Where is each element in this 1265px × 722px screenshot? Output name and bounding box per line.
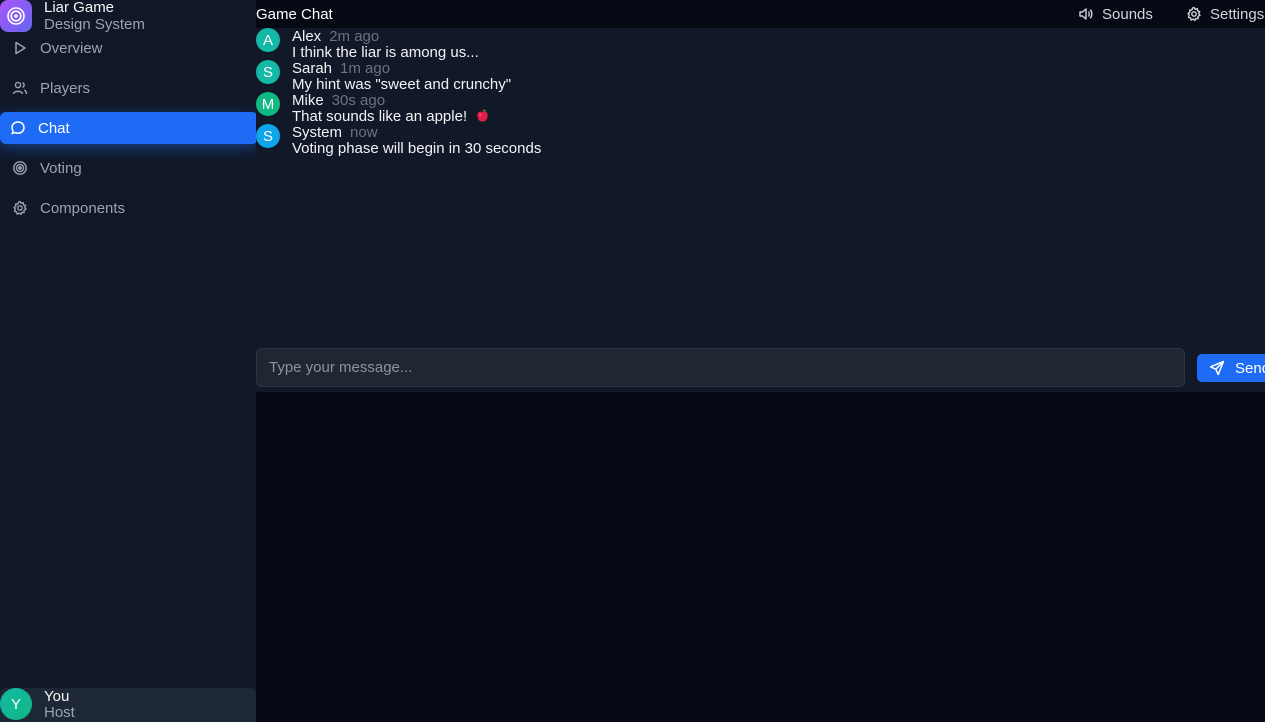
sidebar-item-players[interactable]: Players xyxy=(0,72,258,104)
gear-icon xyxy=(1186,6,1202,22)
chat-message: S Sarah 1m ago My hint was "sweet and cru… xyxy=(256,60,1265,93)
sidebar-item-label: Chat xyxy=(38,119,70,137)
target-icon xyxy=(12,160,28,176)
current-user[interactable]: Y You Host xyxy=(0,688,256,722)
topbar: Game Chat Sounds Settings xyxy=(256,0,1265,28)
avatar: M xyxy=(256,92,280,116)
sidebar-item-label: Overview xyxy=(40,39,103,57)
sidebar: Liar Game Design System Overview Players xyxy=(0,0,258,722)
sounds-label: Sounds xyxy=(1102,5,1153,23)
avatar: A xyxy=(256,28,280,52)
message-author: System xyxy=(292,124,343,141)
users-icon xyxy=(12,80,28,96)
message-author: Sarah xyxy=(292,60,333,77)
message-time: 1m ago xyxy=(340,60,391,77)
sidebar-item-label: Players xyxy=(40,79,91,97)
message-author: Alex xyxy=(292,28,322,45)
sidebar-item-chat[interactable]: Chat xyxy=(0,112,258,144)
avatar: Y xyxy=(0,688,32,720)
main-empty-area xyxy=(256,392,1265,722)
sidebar-nav: Overview Players Chat Voting Components xyxy=(0,32,258,232)
brand-title: Liar Game xyxy=(44,0,115,16)
sidebar-item-components[interactable]: Components xyxy=(0,192,258,224)
message-time: 2m ago xyxy=(329,28,380,45)
settings-label: Settings xyxy=(1210,5,1265,23)
settings-button[interactable]: Settings xyxy=(1186,4,1264,24)
sidebar-item-overview[interactable]: Overview xyxy=(0,32,258,64)
message-text: I think the liar is among us... xyxy=(292,44,479,61)
message-header: Sarah 1m ago xyxy=(292,60,390,77)
send-button[interactable]: Send xyxy=(1197,354,1265,382)
message-circle-icon xyxy=(10,120,26,136)
message-body: That sounds like an apple! xyxy=(292,108,490,125)
send-label: Send xyxy=(1235,359,1265,377)
user-name: You xyxy=(44,688,70,705)
chat-message: A Alex 2m ago I think the liar is among u… xyxy=(256,28,1265,61)
message-text: My hint was "sweet and crunchy" xyxy=(292,76,512,93)
message-header: Mike 30s ago xyxy=(292,92,385,109)
target-icon xyxy=(0,0,32,32)
message-text: Voting phase will begin in 30 seconds xyxy=(292,140,542,157)
chat-messages[interactable]: A Alex 2m ago I think the liar is among u… xyxy=(256,28,1265,336)
volume-icon xyxy=(1078,6,1094,22)
send-icon xyxy=(1209,360,1225,376)
sidebar-item-voting[interactable]: Voting xyxy=(0,152,258,184)
page-title: Game Chat xyxy=(256,6,333,23)
message-header: Alex 2m ago xyxy=(292,28,379,45)
message-time: 30s ago xyxy=(331,92,386,109)
user-role: Host xyxy=(44,704,75,721)
brand-subtitle: Design System xyxy=(44,16,145,33)
chat-message: M Mike 30s ago That sounds like an apple! xyxy=(256,92,1265,125)
avatar: S xyxy=(256,124,280,148)
message-input[interactable] xyxy=(256,348,1185,387)
message-text: That sounds like an apple! xyxy=(292,108,468,125)
sounds-button[interactable]: Sounds xyxy=(1078,4,1153,24)
gear-icon xyxy=(12,200,28,216)
app-root: Liar Game Design System Overview Players xyxy=(0,0,1265,722)
sidebar-item-label: Voting xyxy=(40,159,82,177)
apple-icon xyxy=(475,108,490,123)
message-composer: Send xyxy=(256,336,1265,392)
message-header: System now xyxy=(292,124,378,141)
avatar: S xyxy=(256,60,280,84)
brand: Liar Game Design System xyxy=(0,0,256,34)
sidebar-item-label: Components xyxy=(40,199,126,217)
message-author: Mike xyxy=(292,92,324,109)
play-icon xyxy=(12,40,28,56)
message-time: now xyxy=(350,124,378,141)
chat-message: S System now Voting phase will begin in 3… xyxy=(256,124,1265,157)
